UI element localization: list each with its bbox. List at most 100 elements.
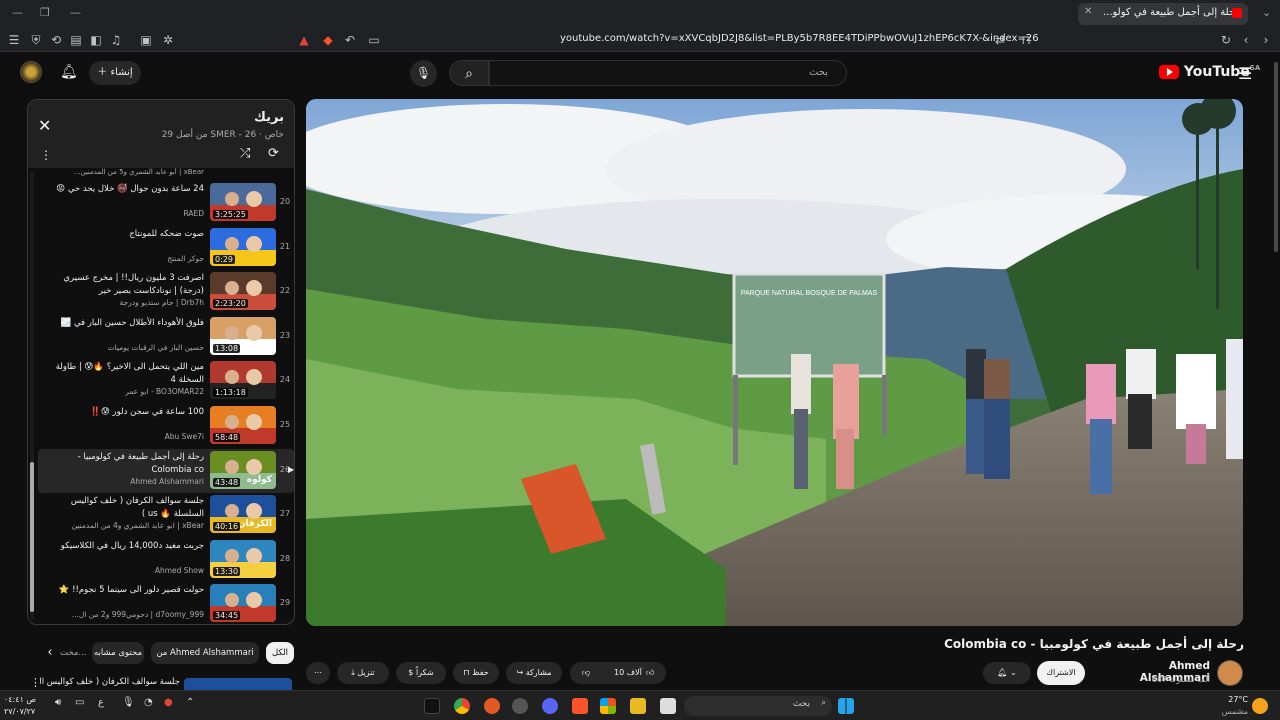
windows-start-icon[interactable] xyxy=(838,698,854,714)
sidebar-menu-icon[interactable]: ☰ xyxy=(6,32,22,48)
site-settings-icon[interactable]: ⇄ xyxy=(992,32,1008,48)
minimize-icon[interactable]: — xyxy=(12,6,23,19)
create-button[interactable]: ＋ إنشاء xyxy=(89,61,141,85)
account-avatar[interactable] xyxy=(20,61,42,83)
music-icon[interactable]: ♫ xyxy=(108,32,124,48)
item-channel[interactable]: Abu Swe7i xyxy=(44,432,204,441)
file-explorer-icon[interactable] xyxy=(630,698,646,714)
page-scrollbar[interactable] xyxy=(1272,52,1280,690)
cast-icon[interactable]: ▭ xyxy=(366,32,382,48)
brave-shield-icon[interactable]: ◆ xyxy=(320,32,336,48)
brave-icon[interactable] xyxy=(572,698,588,714)
notification-settings-button[interactable]: 🔔︎ ⌄ xyxy=(983,662,1031,684)
item-channel[interactable]: d7oomy_999 | دحومي999 و2 من ال... xyxy=(44,610,204,619)
discord-icon[interactable] xyxy=(542,698,558,714)
item-title[interactable]: صوت ضحكه للمونتاج xyxy=(44,228,204,241)
playlist-title[interactable]: بريك xyxy=(254,110,284,125)
item-title[interactable]: جربت مغيد د14,000 ريال في الكلاسيكو xyxy=(44,540,204,553)
item-title[interactable]: حولت قصير دلور الى سينما 5 نجوم!! ⭐ xyxy=(44,584,204,597)
clock[interactable]: ص ٠٤:٤١ ٢٧/٠٧/٢٧ xyxy=(4,694,44,718)
search-button[interactable]: ⌕ xyxy=(449,60,489,86)
save-button[interactable]: ⊓ حفظ xyxy=(453,662,499,684)
item-thumbnail[interactable]: الكرفان 40:16 xyxy=(210,495,276,534)
back-icon[interactable]: › xyxy=(1258,32,1274,48)
sidebar-icon[interactable]: ◧ xyxy=(88,32,104,48)
shuffle-icon[interactable]: ⤮ xyxy=(240,146,250,161)
item-thumbnail[interactable]: 34:45 xyxy=(210,584,276,623)
video-player[interactable]: PARQUE NATURAL BOSQUE DE PALMAS xyxy=(306,99,1243,626)
tab-menu-icon[interactable]: ⌄ xyxy=(1262,6,1271,19)
screenshot-icon[interactable]: ▣ xyxy=(138,32,154,48)
browser-tab[interactable]: رحلة إلى أجمل طبيعة في كولو... ✕ xyxy=(1078,3,1248,25)
channel-avatar[interactable] xyxy=(1217,660,1243,686)
rewards-icon[interactable]: ▲ xyxy=(296,32,312,48)
playlist-scrollbar[interactable] xyxy=(30,172,34,620)
address-bar[interactable]: youtube.com/watch?v=xXVCqbJD2J8&list=PLB… xyxy=(560,33,1039,44)
item-title[interactable]: اصرفت 3 مليون ريال!! | مخرج عسيري (درجة)… xyxy=(44,272,204,298)
playlist-item[interactable]: 21 0:29 صوت ضحكه للمونتاج جوكر المنتج xyxy=(38,226,294,270)
item-channel[interactable]: جوكر المنتج xyxy=(44,254,204,263)
item-title[interactable]: جلسة سوالف الكرفان ( خلف كواليس السلسلة … xyxy=(44,495,204,521)
more-vert-icon[interactable]: ⋮ xyxy=(40,148,52,162)
item-thumbnail[interactable]: 58:48 xyxy=(210,406,276,444)
search-input[interactable]: بحث xyxy=(489,60,847,86)
reload-icon[interactable]: ↻ xyxy=(1218,32,1234,48)
item-thumbnail[interactable]: 13:08 xyxy=(210,316,276,355)
store-icon[interactable] xyxy=(600,698,616,714)
item-title[interactable]: رحلة إلى أجمل طبيعة في كولومبيا - Colomb… xyxy=(44,451,204,477)
weather-widget[interactable]: 27°C مشمس xyxy=(1216,694,1248,718)
playlist-item[interactable]: 25 58:48 100 ساعة في سجن دلور 😰‼️ Abu Swe7i xyxy=(38,404,294,448)
tab-close-icon[interactable]: ✕ xyxy=(1084,6,1092,17)
subscribe-button[interactable]: الاشتراك xyxy=(1037,661,1085,685)
item-channel[interactable]: Ahmed Alshammari xyxy=(44,477,204,486)
tray-record-icon[interactable]: ● xyxy=(164,697,173,708)
download-button[interactable]: ⤓ تنزيل xyxy=(337,662,389,684)
bookmark-icon[interactable]: ⊓ xyxy=(1018,32,1034,48)
chip-more[interactable]: مخت... xyxy=(60,642,87,664)
app-icon-circle[interactable] xyxy=(512,698,528,714)
playlist-item[interactable]: 27 الكرفان 40:16 جلسة سوالف الكرفان ( خلف ك… xyxy=(38,493,294,537)
tray-app-icon[interactable]: ◔ xyxy=(144,697,153,708)
item-title[interactable]: 100 ساعة في سجن دلور 😰‼️ xyxy=(44,406,204,419)
history-icon[interactable]: ⟲ xyxy=(48,32,64,48)
item-thumbnail[interactable]: كولوه 43:48 xyxy=(210,450,276,489)
item-thumbnail[interactable]: 2:23:20 xyxy=(210,272,276,311)
chevron-left-icon[interactable]: ‹ xyxy=(42,642,58,664)
playlist-item[interactable]: 22 2:23:20 اصرفت 3 مليون ريال!! | مخرج عسي… xyxy=(38,270,294,314)
item-channel[interactable]: حسين البار في الرقبات يوميات xyxy=(44,343,204,352)
playlist-item[interactable]: 26 كولوه 43:48 رحلة إلى أجمل طبيعة في كولوم… xyxy=(38,448,294,493)
chip-from-channel[interactable]: من Ahmed Alshammari xyxy=(151,642,259,664)
like-icon[interactable]: 👍︎ xyxy=(646,662,654,684)
language-indicator[interactable]: ع xyxy=(98,697,104,708)
chevron-up-icon[interactable]: ⌃ xyxy=(186,697,194,708)
playlist-item[interactable]: 23 13:08 فلوق الأهوداء الأطلال حسين البار … xyxy=(38,315,294,359)
volume-icon[interactable]: 🔊︎ xyxy=(55,697,61,708)
item-channel[interactable]: RAED xyxy=(44,209,204,218)
thanks-button[interactable]: $ شكراً xyxy=(396,662,446,684)
app-icon-orange[interactable] xyxy=(484,698,500,714)
playlist-item[interactable]: 29 34:45 حولت قصير دلور الى سينما 5 نجوم!!… xyxy=(38,582,294,624)
item-channel[interactable]: Ahmed Show xyxy=(44,566,204,575)
chip-related[interactable]: محتوى مشابه xyxy=(92,642,144,664)
task-view-icon[interactable] xyxy=(660,698,676,714)
taskbar-search[interactable]: بحث ⌕ xyxy=(684,696,832,716)
partial-list-item[interactable]: xBear | أبو عابد الشمري و5 من المدمنين..… xyxy=(38,168,294,178)
voice-search-icon[interactable]: 🎙︎ xyxy=(410,60,437,87)
like-count[interactable]: 10 آلاف xyxy=(614,662,642,684)
dislike-icon[interactable]: 👎︎ xyxy=(582,662,590,684)
loop-icon[interactable]: ⟳ xyxy=(268,146,279,161)
shield-icon[interactable]: ⛨ xyxy=(28,32,44,48)
item-thumbnail[interactable]: 13:30 xyxy=(210,539,276,578)
item-title[interactable]: 24 ساعة بدون جوال 🚭 خلال يحد حي 😡 xyxy=(44,183,204,196)
network-icon[interactable]: ▭ xyxy=(75,697,84,708)
guide-menu-icon[interactable]: ☰ xyxy=(1238,64,1252,83)
chip-all[interactable]: الكل xyxy=(266,642,294,664)
share-button[interactable]: ↪ مشاركة xyxy=(506,662,562,684)
playlist-item[interactable]: 28 13:30 جربت مغيد د14,000 ريال في الكلاسي… xyxy=(38,538,294,582)
item-thumbnail[interactable]: 3:25:25 xyxy=(210,183,276,221)
item-channel[interactable]: xBear | ابو عابد الشمري و4 من المدمنين xyxy=(44,521,204,530)
undo-icon[interactable]: ↶ xyxy=(342,32,358,48)
close-icon[interactable]: ✕ xyxy=(38,116,51,135)
item-thumbnail[interactable]: 1:13:18 xyxy=(210,361,276,400)
item-title[interactable]: فلوق الأهوداء الأطلال حسين البار في 🌫️ xyxy=(44,317,204,330)
